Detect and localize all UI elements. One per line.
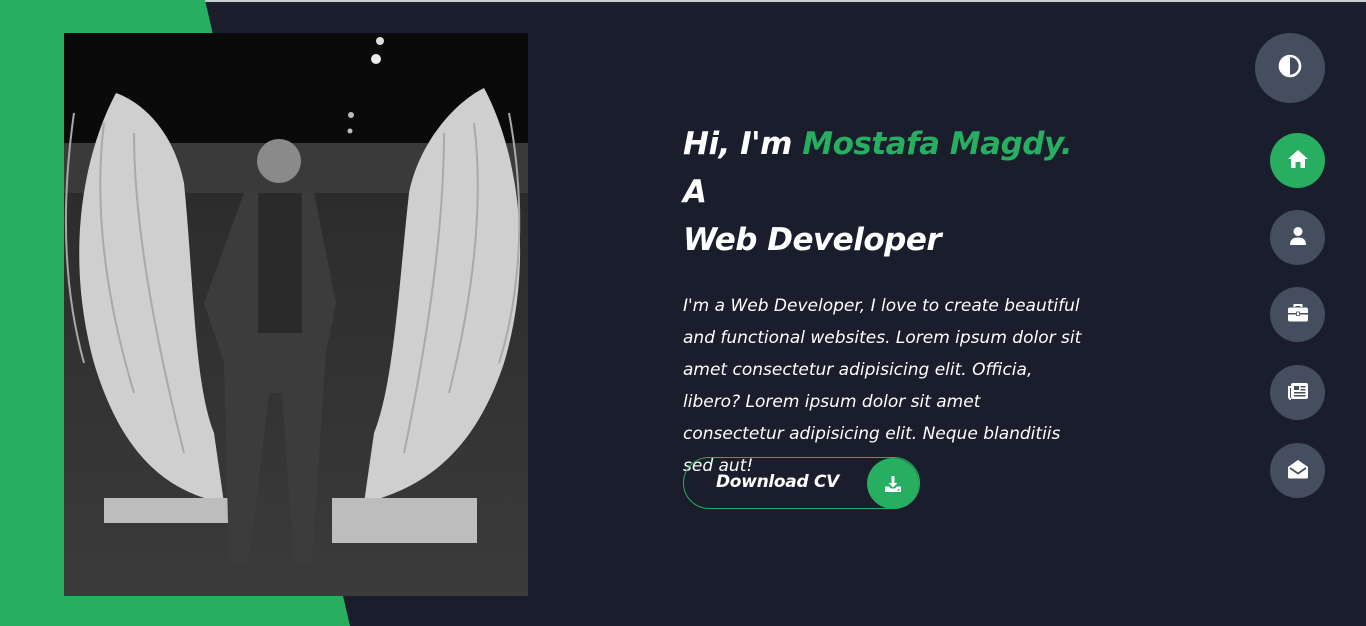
nav-about-button[interactable]: [1270, 210, 1325, 265]
hero-headline: Hi, I'm Mostafa Magdy. A Web Developer: [683, 120, 1103, 264]
envelope-open-icon: [1287, 459, 1309, 483]
newspaper-icon: [1287, 381, 1309, 405]
nav-home-button[interactable]: [1270, 133, 1325, 188]
nav-blogs-button[interactable]: [1270, 365, 1325, 420]
home-icon: [1287, 149, 1309, 173]
theme-toggle-button[interactable]: [1255, 33, 1325, 103]
download-cv-button[interactable]: Download CV: [683, 457, 920, 509]
hero-intro: Hi, I'm Mostafa Magdy. A Web Developer I'…: [683, 120, 1103, 482]
download-cv-label: Download CV: [716, 472, 839, 492]
user-icon: [1289, 226, 1307, 250]
contrast-icon: [1278, 54, 1302, 82]
nav-contact-button[interactable]: [1270, 443, 1325, 498]
role-prefix: A: [683, 174, 707, 210]
briefcase-icon: [1287, 303, 1309, 327]
profile-photo: [64, 33, 528, 596]
hero-name: Mostafa Magdy.: [802, 126, 1073, 162]
greeting-text: Hi, I'm: [683, 126, 803, 162]
download-icon: [867, 458, 919, 509]
nav-portfolio-button[interactable]: [1270, 287, 1325, 342]
hero-role: Web Developer: [683, 222, 942, 258]
hero-description: I'm a Web Developer, I love to create be…: [683, 296, 1082, 476]
